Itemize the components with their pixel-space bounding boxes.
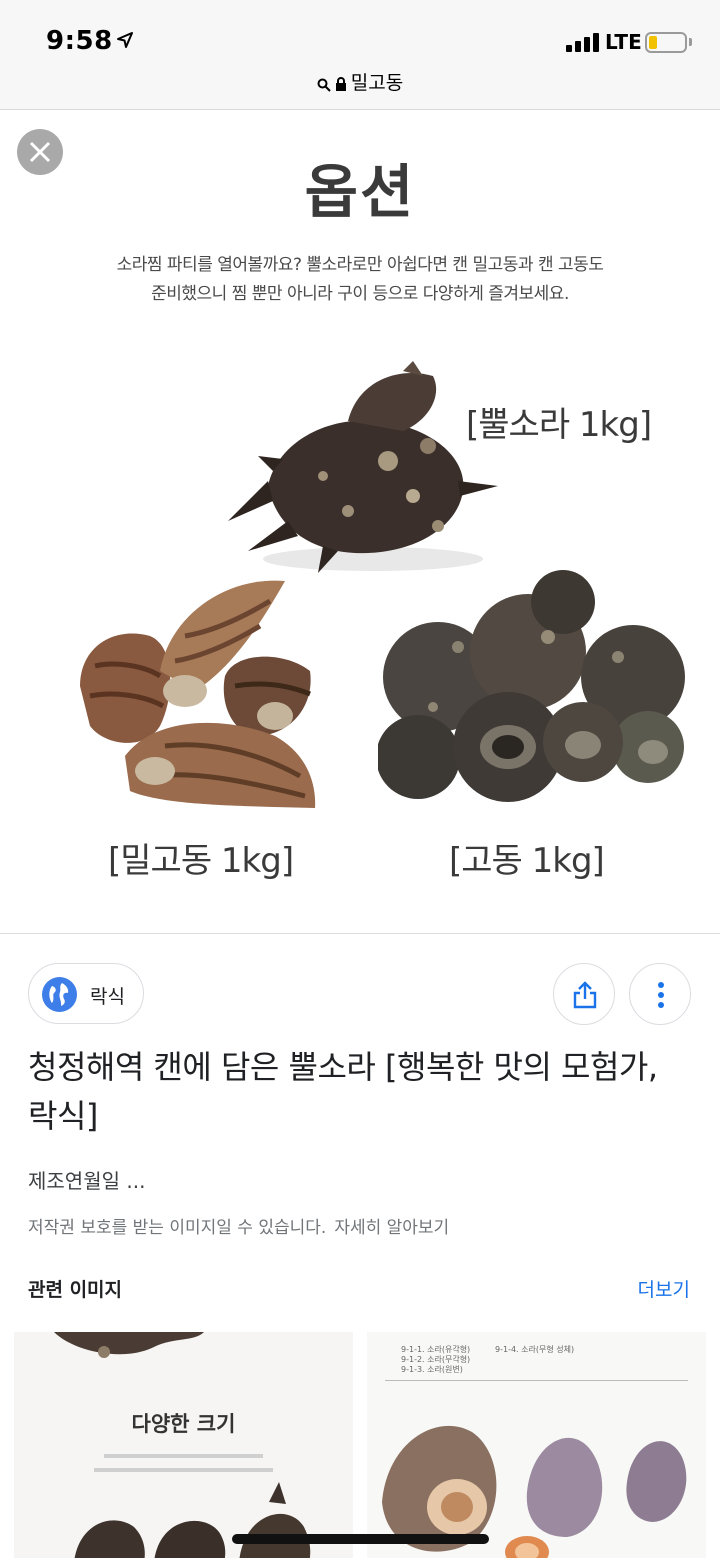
globe-icon	[42, 977, 77, 1012]
image-viewer: 옵션 소라찜 파티를 열어볼까요? 뿔소라로만 아쉽다면 캔 밀고동과 캔 고동…	[0, 111, 720, 933]
battery-tip	[689, 38, 692, 46]
home-indicator[interactable]	[232, 1534, 489, 1544]
description-line-1: 소라찜 파티를 열어볼까요? 뿔소라로만 아쉽다면 캔 밀고동과 캔 고동도	[116, 255, 604, 275]
bbulsora-label: [뿔소라 1kg]	[466, 405, 652, 445]
status-bar: 9:58 LTE	[0, 0, 720, 66]
divider	[0, 933, 720, 934]
source-name: 락식	[90, 986, 125, 1008]
shell-thumbnail-art	[74, 1482, 311, 1558]
battery-icon	[645, 32, 687, 53]
thumbnail-rule	[385, 1380, 688, 1381]
milgodong-label: [밀고동 1kg]	[108, 841, 294, 881]
url-query: 밀고동	[350, 72, 404, 94]
network-type: LTE	[605, 30, 642, 54]
image-description: 소라찜 파티를 열어볼까요? 뿔소라로만 아쉽다면 캔 밀고동과 캔 고동도 준…	[60, 251, 660, 309]
thumbnail-title: 다양한 크기	[131, 1412, 236, 1436]
copyright-notice: 저작권 보호를 받는 이미지일 수 있습니다. 자세히 알아보기	[28, 1213, 449, 1238]
copyright-text: 저작권 보호를 받는 이미지일 수 있습니다.	[28, 1218, 327, 1238]
location-arrow-icon	[117, 32, 133, 48]
milgodong-shell-image	[80, 580, 316, 808]
related-image-thumbnail[interactable]: 9-1-1. 소라(유각형) 9-1-2. 소라(무각형) 9-1-3. 소라(…	[367, 1332, 706, 1558]
share-button[interactable]	[553, 963, 615, 1025]
related-images-heading: 관련 이미지	[28, 1279, 123, 1301]
url-bar[interactable]: 밀고동	[0, 66, 720, 110]
godong-label: [고동 1kg]	[449, 841, 605, 881]
learn-more-link[interactable]: 자세히 알아보기	[334, 1218, 449, 1238]
thumbnail-caption: 9-1-3. 소라(원변)	[401, 1365, 463, 1374]
source-chip[interactable]: 락식	[28, 963, 144, 1024]
godong-shell-image	[378, 570, 685, 802]
bbulsora-shell-image	[228, 361, 498, 573]
url-display[interactable]: 밀고동	[0, 68, 720, 95]
lock-icon	[335, 77, 346, 91]
thumbnail-text-line	[104, 1454, 263, 1458]
thumbnail-text-line	[94, 1468, 273, 1472]
search-icon	[317, 78, 331, 92]
result-title[interactable]: 청정해역 캔에 담은 뿔소라 [행복한 맛의 모험가, 락식]	[28, 1043, 688, 1141]
share-icon	[573, 981, 597, 1009]
see-more-link[interactable]: 더보기	[638, 1275, 690, 1302]
result-snippet: 제조연월일 ...	[28, 1169, 146, 1193]
more-vert-icon	[658, 982, 664, 1008]
thumbnail-caption: 9-1-4. 소라(무형 성체)	[495, 1345, 575, 1354]
image-heading: 옵션	[304, 158, 416, 226]
shell-thumbnail-art	[54, 1332, 204, 1358]
related-image-thumbnail[interactable]: 다양한 크기	[14, 1332, 353, 1558]
status-time: 9:58	[46, 26, 113, 56]
more-options-button[interactable]	[629, 963, 691, 1025]
description-line-2: 준비했으니 찜 뿐만 아니라 구이 등으로 다양하게 즐겨보세요.	[151, 284, 569, 304]
signal-strength-icon	[566, 32, 602, 52]
